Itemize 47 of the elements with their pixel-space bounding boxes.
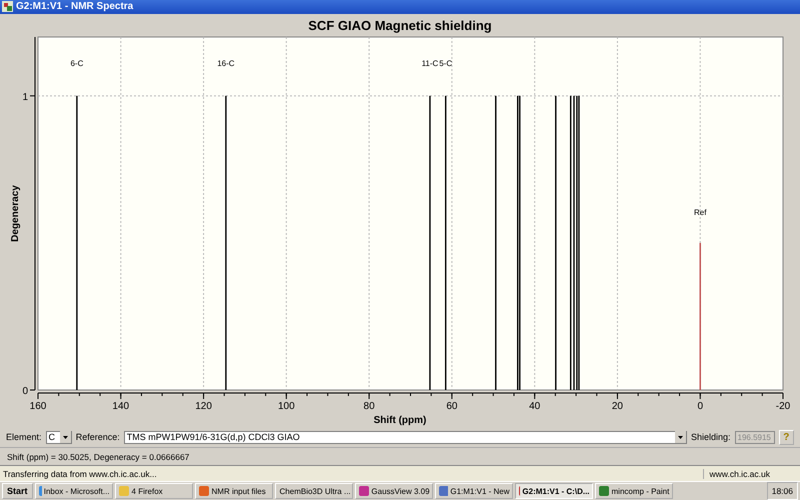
x-tick-label: 140 (112, 400, 130, 412)
taskbar-button[interactable]: G2:M1:V1 - C:\D... (514, 483, 593, 499)
taskbar-button[interactable]: GaussView 3.09 (354, 483, 433, 499)
reference-label: Reference: (76, 432, 120, 442)
peak-label: Ref (694, 208, 706, 216)
x-tick-label: 20 (612, 400, 623, 412)
x-tick-label: 0 (697, 400, 703, 412)
app-icon (118, 485, 130, 497)
app-icon (198, 485, 210, 497)
taskbar-button[interactable]: ChemBio3D Ultra ... (274, 483, 353, 499)
app-icon (38, 485, 42, 497)
y-tick-label: 0 (22, 386, 28, 397)
y-tick-label: 1 (22, 91, 28, 102)
chart-title: SCF GIAO Magnetic shielding (308, 18, 492, 33)
app-icon (598, 485, 610, 497)
x-tick-label: -20 (776, 400, 790, 412)
app-icon (518, 485, 520, 497)
y-axis-title: Degeneracy (10, 184, 21, 242)
x-axis-title: Shift (ppm) (374, 414, 426, 426)
taskbar-button[interactable]: Inbox - Microsoft... (34, 483, 113, 499)
x-tick-label: 80 (364, 400, 375, 412)
app-icon (2, 1, 13, 12)
browser-status-text: Transferring data from www.ch.ic.ac.uk... (2, 468, 158, 479)
element-label: Element: (6, 432, 42, 442)
taskbar-button[interactable]: 4 Firefox (114, 483, 193, 499)
x-tick-label: 160 (30, 400, 46, 412)
clock: 18:06 (772, 486, 793, 496)
peak-label: 16-C (217, 58, 235, 68)
app-icon (438, 485, 448, 497)
taskbar-button[interactable]: G1:M1:V1 - New (434, 483, 513, 499)
taskbar-button[interactable]: mincomp - Paint (594, 483, 673, 499)
peak-label: 5-C (439, 58, 452, 68)
element-dropdown[interactable]: C (46, 430, 72, 444)
x-tick-label: 40 (529, 400, 540, 412)
x-tick-label: 120 (195, 400, 212, 412)
shielding-label: Shielding: (690, 432, 730, 442)
status-text: Shift (ppm) = 30.5025, Degeneracy = 0.0666667 (7, 452, 190, 462)
x-tick-label: 60 (446, 400, 458, 412)
x-tick-label: 100 (278, 400, 295, 412)
start-button[interactable]: Start (2, 483, 33, 499)
peak-label: 11-C (422, 58, 438, 68)
app-icon (358, 485, 370, 497)
peak-label: 6-C (70, 58, 84, 68)
reference-dropdown[interactable]: TMS mPW1PW91/6-31G(d,p) CDCl3 GIAO (124, 430, 687, 444)
window-title: G2:M1:V1 - NMR Spectra (16, 1, 134, 12)
taskbar-button[interactable]: NMR input files (194, 483, 273, 499)
zone-label: www.ch.ic.ac.uk (702, 468, 800, 479)
